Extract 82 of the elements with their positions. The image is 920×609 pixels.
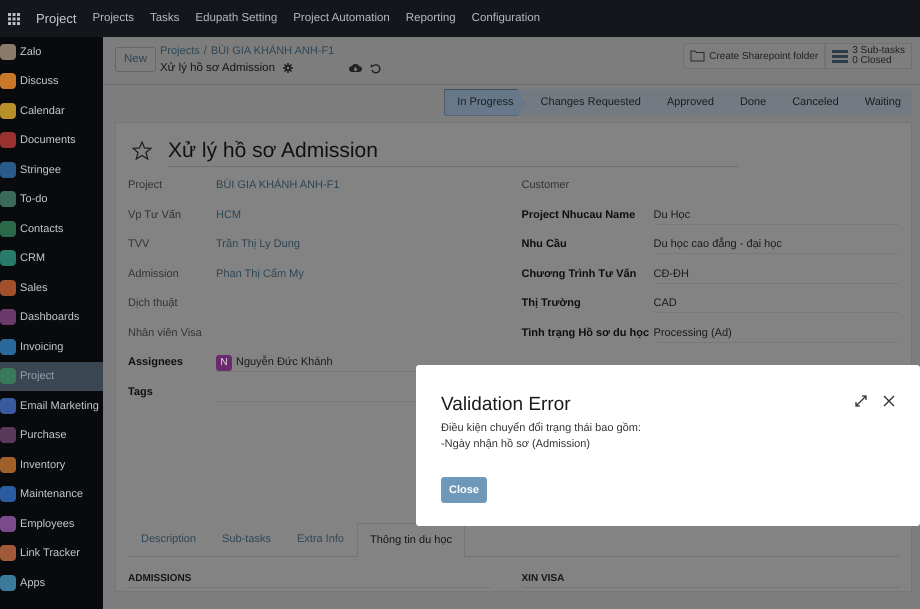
sidebar-item[interactable]: Employees: [0, 509, 103, 538]
sidebar-item[interactable]: Dashboards: [0, 302, 103, 332]
stage-button[interactable]: Waiting: [850, 89, 912, 116]
subtasks-button[interactable]: 3 Sub-tasks 0 Closed: [825, 43, 912, 69]
menu-item[interactable]: Projects: [92, 10, 134, 28]
sidebar-item[interactable]: Contacts: [0, 214, 103, 244]
sidebar-item[interactable]: Sales: [0, 273, 103, 302]
field-label: Nhân viên Visa: [128, 326, 203, 340]
sidebar-item[interactable]: Link Tracker: [0, 538, 103, 568]
menu-item[interactable]: Project Automation: [293, 10, 390, 28]
form-tab[interactable]: Sub-tasks: [209, 523, 284, 556]
field-value[interactable]: HCM: [216, 206, 490, 224]
field-label: Dịch thuật: [128, 296, 179, 311]
sharepoint-button[interactable]: Create Sharepoint folder: [683, 43, 826, 69]
close-icon[interactable]: [883, 395, 895, 407]
breadcrumb-separator: /: [204, 44, 207, 59]
list-icon: [832, 50, 848, 62]
sidebar-item[interactable]: Invoicing: [0, 332, 103, 362]
sidebar-item[interactable]: Purchase: [0, 420, 103, 450]
section-heading: XIN VISA: [522, 572, 899, 588]
app-name[interactable]: Project: [36, 8, 76, 28]
sidebar-item[interactable]: Email Marketing: [0, 391, 103, 420]
settings-icon[interactable]: [282, 63, 293, 74]
cloud-save-icon[interactable]: [348, 63, 362, 74]
form-tab[interactable]: Extra Info: [284, 523, 358, 556]
field-label: Assignees: [128, 355, 184, 370]
error-message: Điều kiện chuyển đổi trạng thái bao gồm:: [441, 420, 642, 436]
field-input[interactable]: Du học cao đẳng - đại học: [654, 236, 899, 254]
stage-button[interactable]: Done: [724, 89, 778, 116]
field-label: Thị Trường: [522, 296, 582, 311]
sidebar-item[interactable]: Stringee: [0, 155, 103, 184]
close-button[interactable]: Close: [441, 476, 487, 503]
field-value[interactable]: BÙI GIA KHÁNH ANH-F1: [216, 177, 490, 195]
form-tab[interactable]: Description: [128, 523, 210, 556]
field-label: Nhu Cầu: [522, 237, 568, 252]
field-value[interactable]: Phan Thị Cẩm My: [216, 266, 490, 284]
field-label: Project Nhucau Name: [522, 208, 636, 222]
section-heading: ADMISSIONS: [128, 572, 490, 588]
field-label: Customer: [522, 178, 570, 193]
sidebar-item[interactable]: Maintenance: [0, 480, 103, 509]
stage-button[interactable]: Changes Requested: [526, 89, 652, 116]
field-label: Admission: [128, 266, 180, 282]
stage-button[interactable]: In Progress: [444, 89, 526, 116]
field-label: Tags: [128, 384, 154, 400]
form-tab[interactable]: Thông tin du học: [357, 523, 465, 556]
field-label: Chương Trình Tư Vấn: [522, 266, 638, 282]
record-title: Xử lý hồ sơ Admission: [168, 134, 738, 167]
star-icon[interactable]: [132, 141, 152, 160]
menu-item[interactable]: Configuration: [472, 10, 540, 28]
sidebar-item[interactable]: Project: [0, 362, 103, 391]
avatar-badge: N: [216, 354, 232, 370]
apps-menu-icon[interactable]: [8, 12, 20, 24]
field-input[interactable]: CĐ-ĐH: [654, 266, 899, 284]
field-input[interactable]: CAD: [654, 295, 899, 313]
field-label: TVV: [128, 237, 150, 252]
sidebar-item[interactable]: Inventory: [0, 450, 103, 480]
sidebar-item[interactable]: Documents: [0, 126, 103, 155]
field-label: Project: [128, 178, 164, 193]
menu-item[interactable]: Reporting: [406, 10, 456, 28]
field-label: Vp Tư Vấn: [128, 208, 182, 222]
sidebar-item[interactable]: Calendar: [0, 96, 103, 126]
sidebar-item[interactable]: To-do: [0, 184, 103, 214]
field-input[interactable]: Du Học: [654, 206, 899, 224]
expand-icon[interactable]: [855, 395, 867, 407]
stage-button[interactable]: Canceled: [777, 89, 850, 116]
menu-item[interactable]: Edupath Setting: [195, 10, 278, 28]
menu-item[interactable]: Tasks: [150, 10, 180, 28]
sidebar-item[interactable]: Discuss: [0, 66, 103, 96]
sidebar-item[interactable]: Apps: [0, 568, 103, 598]
folder-icon: [690, 50, 706, 62]
error-message: -Ngày nhận hồ sơ (Admission): [441, 437, 592, 452]
field-input[interactable]: Processing (Ad): [654, 324, 899, 342]
sidebar-item[interactable]: Zalo: [0, 37, 103, 66]
undo-icon[interactable]: [370, 62, 381, 74]
field-value[interactable]: Trần Thị Ly Dung: [216, 236, 490, 254]
stage-button[interactable]: Approved: [652, 89, 725, 116]
field-label: Tình trạng Hồ sơ du học: [522, 326, 650, 340]
new-button[interactable]: New: [115, 47, 156, 72]
assignee-name[interactable]: Nguyễn Đức Khánh: [236, 354, 333, 371]
dialog-title: Validation Error: [441, 393, 571, 417]
sidebar-item[interactable]: CRM: [0, 244, 103, 273]
record-name: Xử lý hồ sơ Admission: [160, 60, 275, 76]
